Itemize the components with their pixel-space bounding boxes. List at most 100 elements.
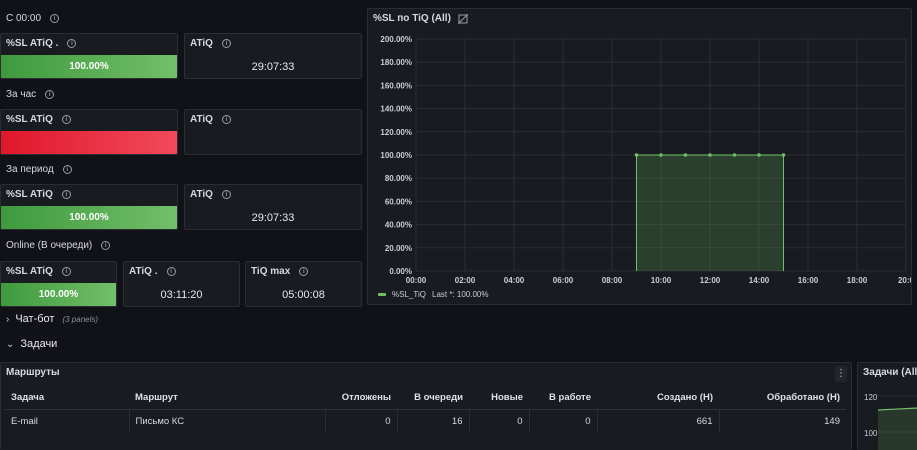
sl-tiq-chart[interactable]: 0.00% 20.00% 40.00% 60.00% 80.00% 100.00% 120.…: [368, 9, 911, 304]
info-icon[interactable]: i: [61, 190, 71, 199]
atiq-panel-3: ATiQ i 29:07:33: [184, 184, 362, 230]
y-tick-label: 180.00%: [380, 58, 412, 67]
panel-title-text: %SL ATiQ: [6, 266, 53, 277]
chevron-down-icon: ⌄: [6, 338, 15, 350]
panel-title: ATiQ i: [190, 38, 231, 49]
data-point: [757, 153, 761, 157]
y-tick-label: 160.00%: [380, 81, 412, 90]
panel-title-text: %SL ATiQ .: [6, 38, 59, 49]
y-tick-label: 20.00%: [385, 244, 412, 253]
row-title-text: За час: [6, 89, 37, 100]
table-cell: 0: [325, 409, 398, 433]
series-area: [636, 155, 784, 271]
x-tick-label: 08:00: [602, 276, 623, 285]
section-panel-count: (3 panels): [62, 314, 99, 324]
info-icon[interactable]: i: [221, 39, 231, 48]
section-tasks[interactable]: ⌄ Задачи: [6, 338, 57, 350]
stat-value: 05:00:08: [282, 289, 325, 301]
table-cell: 16: [397, 409, 470, 433]
column-header-created[interactable]: Создано (Н): [597, 387, 719, 410]
legend-swatch: [378, 293, 386, 296]
info-icon[interactable]: i: [299, 267, 309, 276]
row-title-text: За период: [6, 164, 54, 175]
tasks-mini-chart[interactable]: [878, 391, 917, 450]
y-tick-label: 40.00%: [385, 221, 412, 230]
tasks-all-panel: Задачи (All) 120 100: [857, 362, 917, 450]
y-tick-label: 80.00%: [385, 174, 412, 183]
section-label: Задачи: [20, 338, 58, 350]
column-header-route[interactable]: Маршрут: [129, 387, 325, 410]
info-icon[interactable]: i: [166, 267, 176, 276]
column-header-postponed[interactable]: Отложены: [325, 387, 397, 410]
section-chatbot[interactable]: › Чат-бот (3 panels): [6, 313, 98, 325]
row-title-since-midnight: С 00:00 i: [6, 13, 60, 24]
info-icon[interactable]: i: [61, 267, 71, 276]
stat-value-bar: 100.00%: [1, 283, 116, 306]
column-header-in-queue[interactable]: В очереди: [397, 387, 469, 410]
y-tick-label: 60.00%: [385, 197, 412, 206]
stat-value: 29:07:33: [251, 212, 295, 224]
info-icon[interactable]: i: [67, 39, 77, 48]
routes-table-panel: Маршруты ⋮ Задача Маршрут Отложены В оче…: [0, 362, 852, 450]
table-cell: 661: [597, 409, 720, 433]
data-point: [634, 153, 639, 157]
panel-title-text: ATiQ: [190, 38, 213, 49]
info-icon[interactable]: i: [62, 165, 72, 174]
data-point: [708, 153, 712, 157]
y-tick-label: 100: [864, 429, 878, 438]
row-title-text: Online (В очереди): [6, 240, 93, 251]
info-icon[interactable]: i: [221, 115, 231, 124]
routes-panel-title: Маршруты: [6, 367, 60, 378]
panel-title-text: ATiQ: [190, 189, 213, 200]
x-tick-label: 14:00: [749, 276, 770, 285]
stat-value-bar: [1, 131, 177, 154]
stat-value-bar: 100.00%: [1, 206, 177, 229]
tiq-max-panel: TiQ max i 05:00:08: [245, 261, 362, 307]
panel-title: %SL ATiQ i: [6, 114, 71, 125]
x-tick-label: 18:00: [847, 276, 868, 285]
panel-title-text: ATiQ: [190, 114, 213, 125]
row-title-period: За период i: [6, 164, 72, 175]
data-point: [683, 153, 688, 157]
panel-menu-icon[interactable]: ⋮: [835, 366, 847, 382]
sl-atiq-panel-2: %SL ATiQ i: [0, 109, 178, 155]
y-tick-label: 140.00%: [380, 105, 412, 114]
info-icon[interactable]: i: [101, 241, 111, 250]
panel-title: ATiQ i: [190, 189, 231, 200]
info-icon[interactable]: i: [61, 115, 71, 124]
row-title-hour: За час i: [6, 89, 55, 100]
panel-title: %SL ATiQ i: [6, 266, 71, 277]
data-point: [732, 153, 737, 157]
stat-value: 03:11:20: [160, 289, 203, 301]
x-tick-label: 16:00: [798, 276, 819, 285]
table-cell: 149: [824, 415, 840, 427]
table-cell: 0: [469, 409, 530, 433]
sl-tiq-chart-panel: %SL по TiQ (All) 0.00% 20.00% 40.00% 60.00%…: [367, 8, 912, 305]
info-icon[interactable]: i: [221, 190, 231, 199]
column-header-processed[interactable]: Обработано (Н): [719, 387, 846, 410]
stat-value-bar: 100.00%: [1, 55, 177, 78]
x-tick-label: 00:00: [406, 276, 427, 285]
panel-title-text: ATiQ .: [129, 266, 158, 277]
y-tick-label: 100.00%: [380, 151, 412, 160]
table-row[interactable]: E-mail Письмо КС 0 16 0 0 661 149: [5, 409, 846, 433]
x-tick-label: 20:0: [898, 276, 911, 285]
y-tick-label: 0.00%: [389, 267, 412, 276]
x-tick-label: 02:00: [455, 276, 476, 285]
column-header-in-work[interactable]: В работе: [529, 387, 597, 410]
x-tick-label: 10:00: [651, 276, 672, 285]
tasks-panel-title: Задачи (All): [863, 367, 917, 378]
panel-title-text: TiQ max: [251, 266, 291, 277]
atiq-panel-2: ATiQ i: [184, 109, 362, 155]
column-header-task[interactable]: Задача: [5, 387, 129, 410]
panel-title: ATiQ i: [190, 114, 231, 125]
legend-label: %SL_TiQ: [392, 290, 426, 299]
sl-atiq-panel-4: %SL ATiQ i 100.00%: [0, 261, 117, 307]
panel-title-text: %SL ATiQ: [6, 114, 53, 125]
info-icon[interactable]: i: [50, 14, 60, 23]
column-header-new[interactable]: Новые: [469, 387, 529, 410]
info-icon[interactable]: i: [45, 90, 55, 99]
panel-title: %SL ATiQ . i: [6, 38, 77, 49]
table-cell: 0: [529, 409, 598, 433]
stat-value: 29:07:33: [251, 61, 295, 73]
